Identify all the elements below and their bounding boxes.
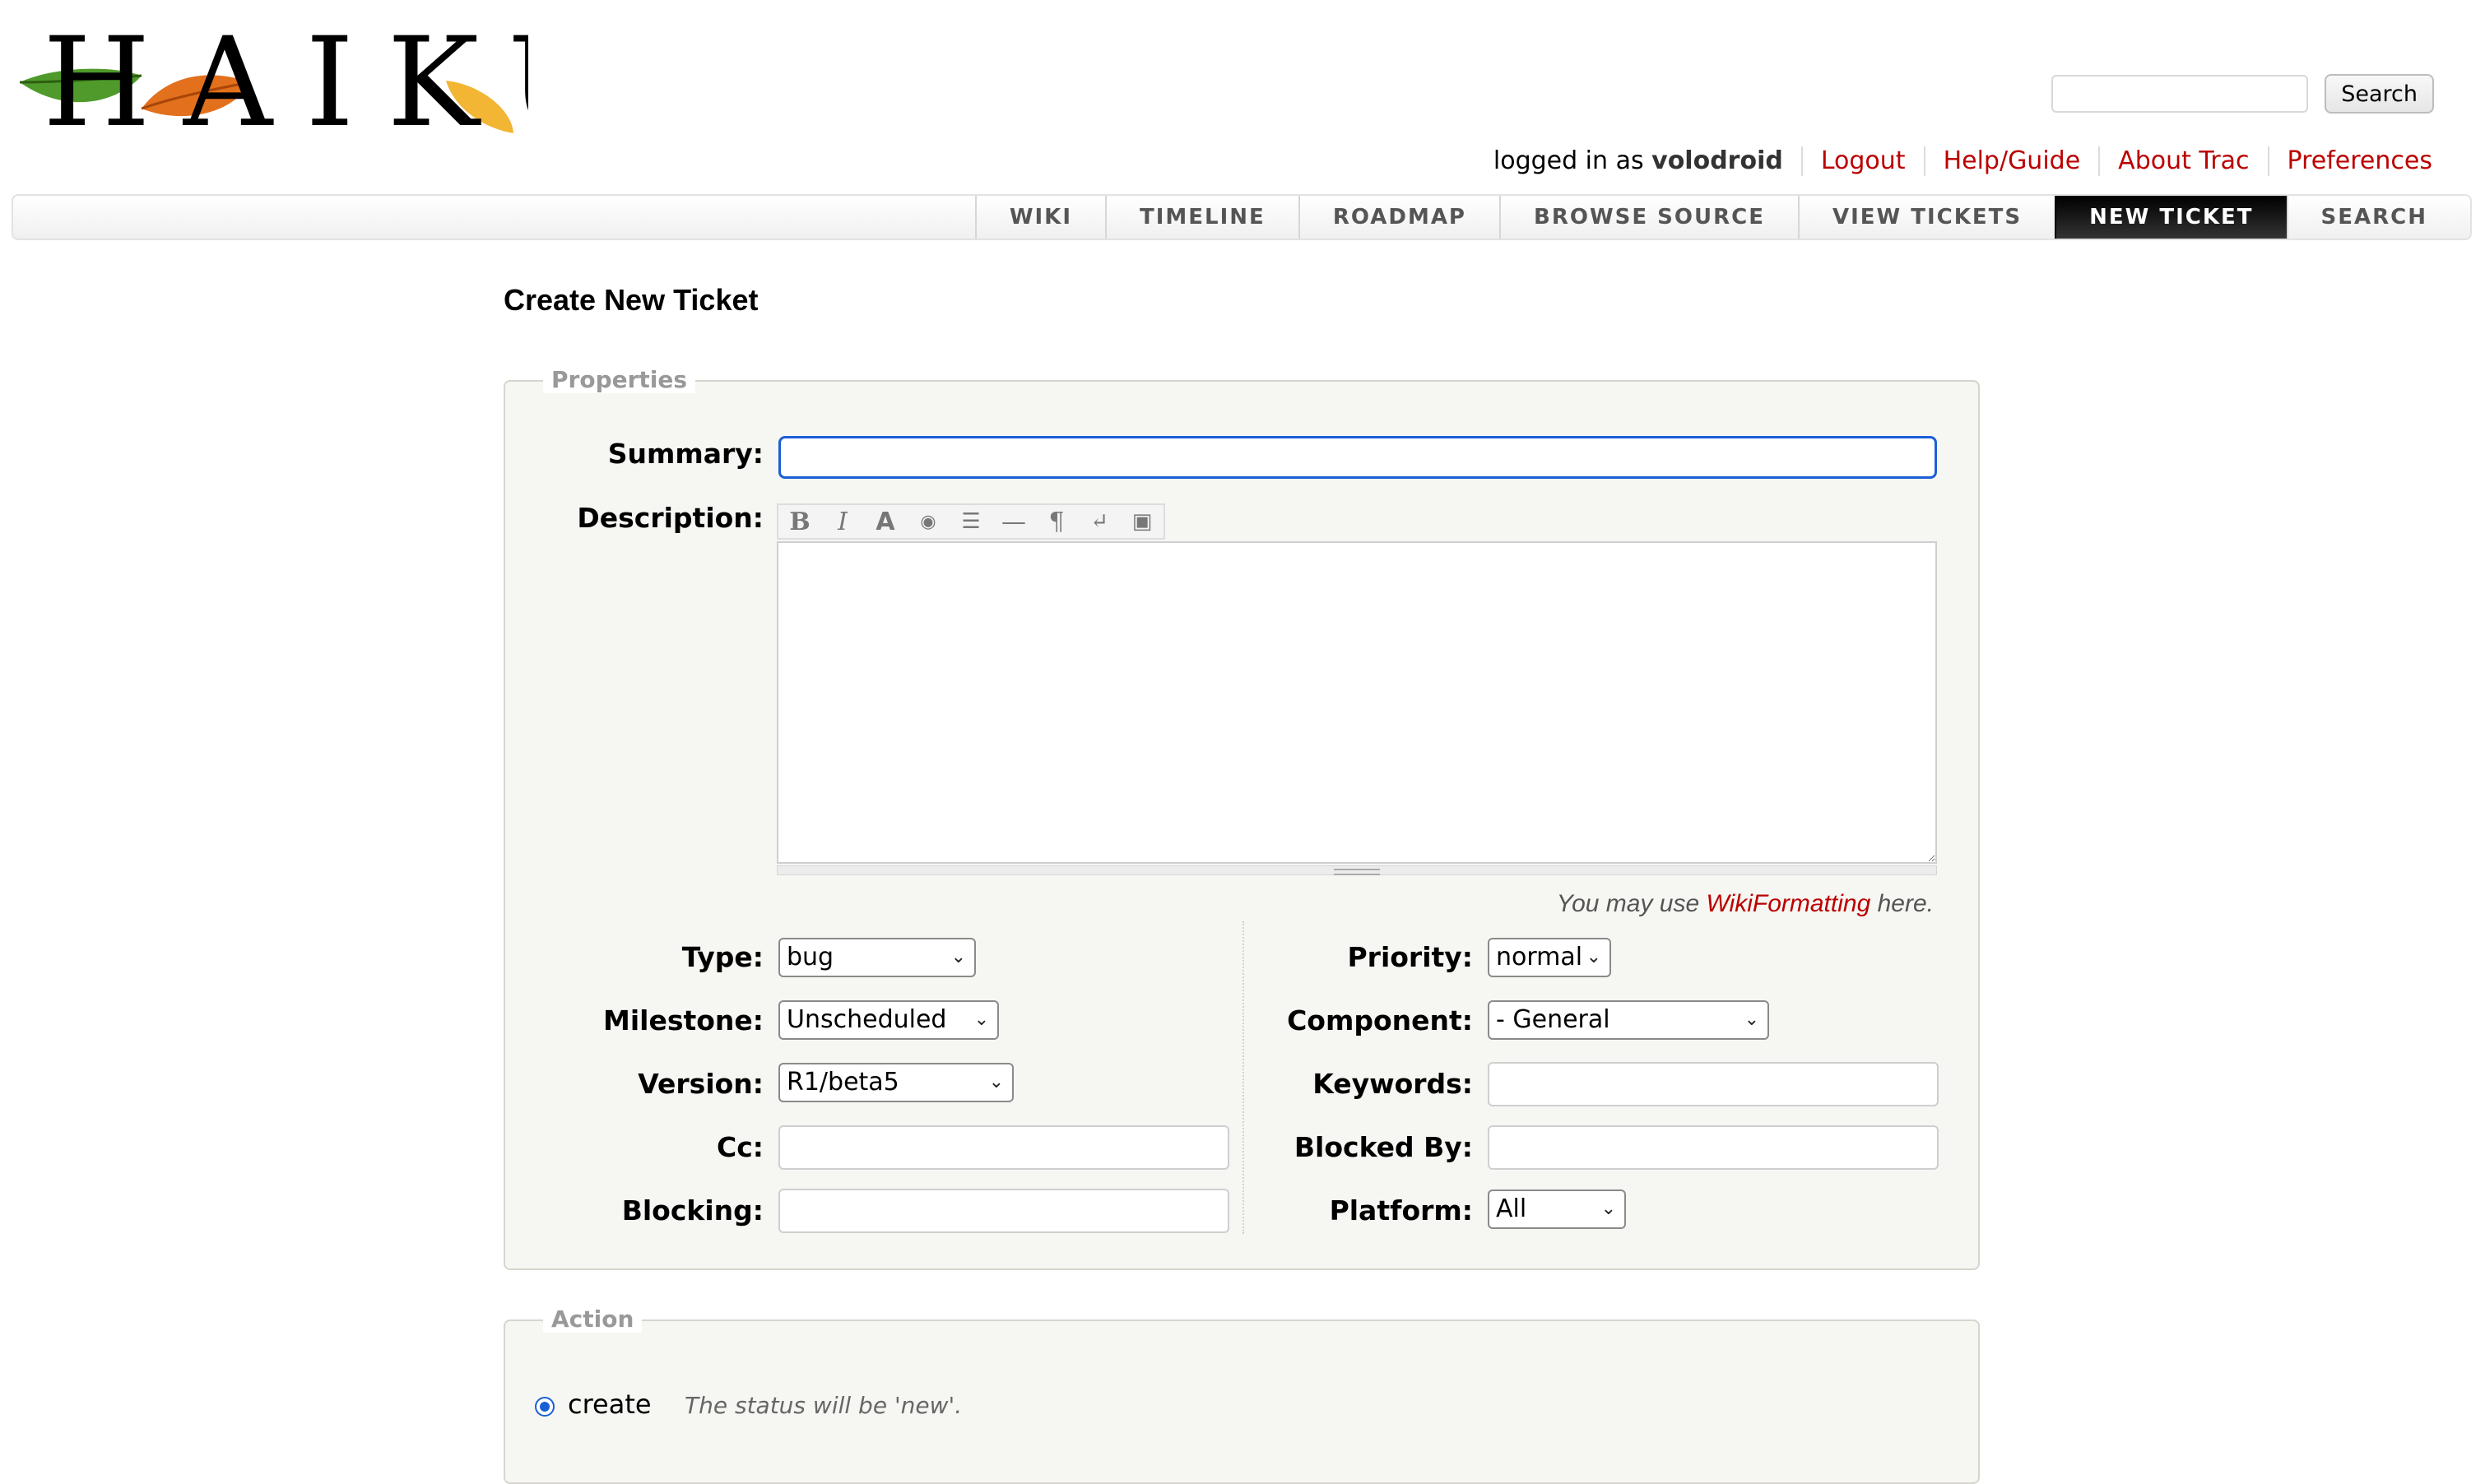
summary-input[interactable] (778, 436, 1937, 479)
search-form: Search (2051, 74, 2434, 114)
tab-browse-source[interactable]: BROWSE SOURCE (1499, 196, 1798, 239)
username: volodroid (1651, 146, 1783, 175)
wiki-formatting-hint: You may use WikiFormatting here. (1557, 890, 1934, 918)
paragraph-icon[interactable]: ¶ (1035, 505, 1078, 538)
heading-icon[interactable]: A (864, 505, 907, 538)
tab-timeline[interactable]: TIMELINE (1105, 196, 1298, 239)
type-value: bug (787, 943, 834, 972)
description-label: Description: (577, 502, 764, 534)
column-divider (1242, 921, 1244, 1234)
search-input[interactable] (2051, 75, 2309, 113)
image-icon[interactable]: ▣ (1121, 505, 1164, 538)
wiki-formatting-link[interactable]: WikiFormatting (1707, 890, 1871, 917)
textarea-resize-handle[interactable] (777, 865, 1937, 875)
tab-search[interactable]: SEARCH (2286, 196, 2460, 239)
type-select[interactable]: bug ⌄ (778, 938, 976, 977)
version-select[interactable]: R1/beta5 ⌄ (778, 1063, 1014, 1102)
version-value: R1/beta5 (787, 1068, 899, 1097)
milestone-value: Unscheduled (787, 1005, 947, 1034)
tab-new-ticket[interactable]: NEW TICKET (2055, 196, 2287, 239)
blocking-input[interactable] (778, 1189, 1229, 1233)
link-icon[interactable]: ◉ (907, 505, 950, 538)
create-radio[interactable] (535, 1397, 555, 1417)
blocking-label: Blocking: (621, 1194, 764, 1227)
component-select[interactable]: - General ⌄ (1488, 1000, 1769, 1040)
priority-value: normal (1496, 943, 1583, 972)
logout-link[interactable]: Logout (1821, 146, 1906, 175)
blocked-by-input[interactable] (1488, 1125, 1939, 1170)
cc-label: Cc: (717, 1131, 764, 1163)
page-title: Create New Ticket (504, 283, 759, 317)
chevron-down-icon: ⌄ (1600, 1199, 1616, 1219)
chevron-down-icon: ⌄ (988, 1072, 1004, 1092)
properties-legend: Properties (543, 367, 696, 393)
create-option-label[interactable]: create (568, 1389, 652, 1420)
description-textarea[interactable] (777, 541, 1937, 864)
component-value: - General (1496, 1005, 1610, 1034)
keywords-input[interactable] (1488, 1062, 1939, 1106)
action-fieldset: Action create The status will be 'new'. (504, 1306, 1980, 1484)
type-label: Type: (681, 941, 764, 973)
chevron-down-icon: ⌄ (1586, 947, 1601, 967)
tab-roadmap[interactable]: ROADMAP (1298, 196, 1499, 239)
blocked-by-label: Blocked By: (1294, 1131, 1473, 1163)
help-guide-link[interactable]: Help/Guide (1944, 146, 2081, 175)
main-navigation: WIKI TIMELINE ROADMAP BROWSE SOURCE VIEW… (12, 194, 2472, 240)
version-label: Version: (638, 1068, 764, 1100)
platform-label: Platform: (1329, 1194, 1473, 1227)
meta-navigation: logged in as volodroid Logout Help/Guide… (1475, 146, 2450, 176)
component-label: Component: (1287, 1004, 1473, 1036)
create-option-hint: The status will be 'new'. (685, 1392, 963, 1419)
chevron-down-icon: ⌄ (1744, 1009, 1759, 1030)
priority-select[interactable]: normal ⌄ (1488, 938, 1611, 977)
milestone-label: Milestone: (602, 1004, 764, 1036)
action-legend: Action (543, 1306, 643, 1333)
hint-suffix: here. (1877, 890, 1934, 917)
cc-input[interactable] (778, 1125, 1229, 1170)
logged-in-prefix: logged in as (1493, 146, 1644, 175)
italic-icon[interactable]: I (821, 505, 864, 538)
main-content: Create New Ticket Properties Summary: De… (504, 280, 1980, 1484)
priority-label: Priority: (1347, 941, 1473, 973)
wiki-toolbar: B I A ◉ ☰ — ¶ ↵ ▣ (777, 503, 1165, 540)
haiku-logo[interactable]: HAIKU (18, 18, 528, 150)
properties-fieldset: Properties Summary: Description: B I A ◉… (504, 367, 1980, 1270)
preferences-link[interactable]: Preferences (2288, 146, 2432, 175)
platform-select[interactable]: All ⌄ (1488, 1190, 1626, 1229)
horizontal-rule-icon[interactable]: — (992, 505, 1035, 538)
milestone-select[interactable]: Unscheduled ⌄ (778, 1000, 999, 1040)
code-block-icon[interactable]: ☰ (950, 505, 992, 538)
bold-icon[interactable]: B (778, 505, 821, 538)
chevron-down-icon: ⌄ (950, 947, 966, 967)
hint-prefix: You may use (1556, 890, 1700, 917)
search-button[interactable]: Search (2325, 74, 2434, 114)
tab-wiki[interactable]: WIKI (974, 196, 1105, 239)
chevron-down-icon: ⌄ (973, 1009, 989, 1030)
tab-view-tickets[interactable]: VIEW TICKETS (1797, 196, 2055, 239)
summary-label: Summary: (607, 438, 764, 470)
logo-text: HAIKU (43, 18, 528, 150)
line-break-icon[interactable]: ↵ (1078, 505, 1121, 538)
about-trac-link[interactable]: About Trac (2118, 146, 2249, 175)
platform-value: All (1496, 1194, 1527, 1223)
logged-in-status: logged in as volodroid (1475, 146, 1801, 176)
keywords-label: Keywords: (1312, 1068, 1473, 1100)
